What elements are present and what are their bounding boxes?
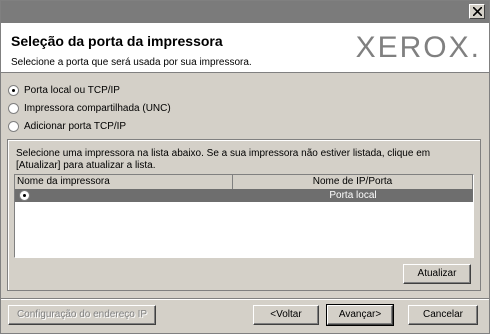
column-header-printer-name[interactable]: Nome da impressora [15, 175, 233, 189]
ip-config-button[interactable]: Configuração do endereço IP [8, 305, 156, 325]
radio-label: Porta local ou TCP/IP [24, 84, 120, 96]
radio-button-checked[interactable] [8, 84, 19, 96]
xerox-logo: XEROX. [355, 31, 481, 64]
row-radio-button[interactable] [19, 190, 30, 201]
radio-button[interactable] [8, 120, 19, 132]
radio-button[interactable] [8, 102, 19, 114]
radio-local-tcpip[interactable]: Porta local ou TCP/IP [8, 83, 120, 97]
port-name: Porta local [329, 190, 377, 201]
list-instructions: Selecione uma impressora na lista abaixo… [16, 148, 431, 171]
column-header-ip-port[interactable]: Nome de IP/Porta [233, 175, 473, 189]
close-icon [473, 7, 482, 16]
radio-label: Adicionar porta TCP/IP [24, 120, 127, 132]
list-header: Nome da impressora Nome de IP/Porta [15, 175, 473, 189]
page-title: Seleção da porta da impressora [11, 33, 223, 49]
page-subtitle: Selecione a porta que será usada por sua… [11, 57, 252, 68]
radio-shared-unc[interactable]: Impressora compartilhada (UNC) [8, 101, 171, 115]
next-button[interactable]: Avançar> [326, 304, 394, 326]
back-button[interactable]: <Voltar [253, 305, 319, 325]
list-item[interactable]: Porta local [15, 189, 473, 202]
installer-dialog: Seleção da porta da impressora Selecione… [0, 0, 490, 334]
close-button[interactable] [469, 4, 485, 19]
radio-label: Impressora compartilhada (UNC) [24, 102, 171, 114]
footer-divider [1, 298, 489, 300]
printer-list-group: Selecione uma impressora na lista abaixo… [7, 139, 481, 291]
radio-add-tcpip[interactable]: Adicionar porta TCP/IP [8, 119, 126, 133]
dialog-header: Seleção da porta da impressora Selecione… [1, 23, 489, 73]
refresh-button[interactable]: Atualizar [403, 264, 471, 284]
cancel-button[interactable]: Cancelar [408, 305, 478, 325]
printer-list[interactable]: Nome da impressora Nome de IP/Porta Port… [14, 174, 474, 258]
title-bar [1, 1, 489, 23]
